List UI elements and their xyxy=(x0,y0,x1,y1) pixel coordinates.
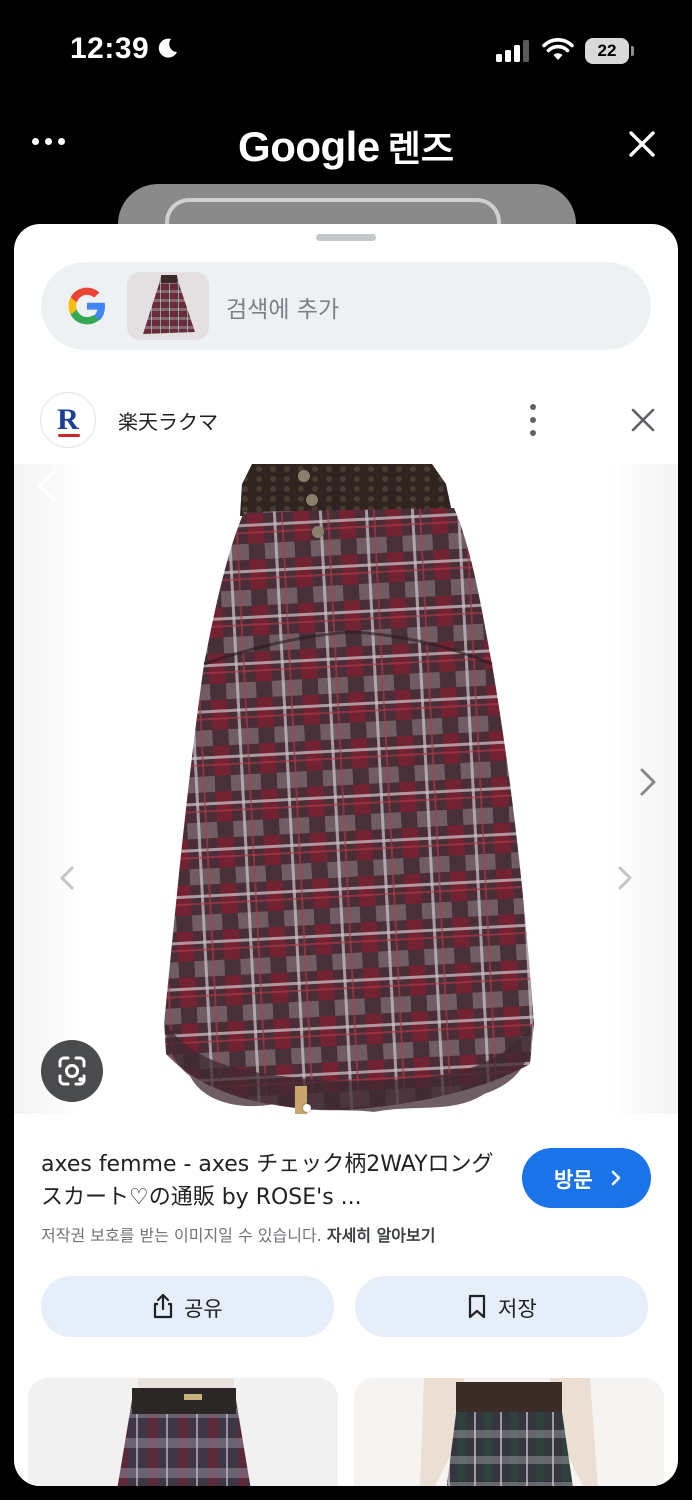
battery-level: 22 xyxy=(585,38,629,64)
related-result-card[interactable] xyxy=(354,1378,664,1486)
lens-header: Google 렌즈 xyxy=(0,110,692,180)
share-button[interactable]: 공유 xyxy=(41,1276,334,1337)
drag-handle[interactable] xyxy=(316,234,376,241)
google-g-icon xyxy=(68,287,105,325)
save-label: 저장 xyxy=(498,1297,537,1321)
chevron-right-icon xyxy=(611,1170,621,1186)
lens-search-button[interactable] xyxy=(41,1040,103,1102)
title-lens: 렌즈 xyxy=(387,129,454,170)
image-page-indicator xyxy=(303,1104,311,1112)
left-fade xyxy=(14,464,84,1114)
related-image xyxy=(28,1378,338,1486)
visit-label: 방문 xyxy=(554,1168,593,1192)
chevron-right-icon[interactable] xyxy=(634,764,662,800)
signal-icon xyxy=(496,40,529,62)
source-row: R 楽天ラクマ xyxy=(40,392,660,448)
status-time: 12:39 xyxy=(70,32,150,65)
source-logo: R xyxy=(40,392,96,448)
learn-more-link[interactable]: 자세히 알아보기 xyxy=(327,1226,436,1245)
battery-indicator: 22 xyxy=(585,38,635,64)
related-image xyxy=(354,1378,664,1486)
visit-button[interactable]: 방문 xyxy=(522,1148,651,1208)
page-title: Google 렌즈 xyxy=(0,120,692,172)
chevron-left-icon[interactable] xyxy=(54,860,82,896)
results-sheet: 검색에 추가 R 楽天ラクマ axes femme - axes チェック柄2W… xyxy=(14,224,678,1486)
save-button[interactable]: 저장 xyxy=(355,1276,648,1337)
skirt-photo xyxy=(14,464,678,1114)
related-result-card[interactable] xyxy=(28,1378,338,1486)
search-placeholder: 검색에 추가 xyxy=(226,297,340,323)
wifi-icon xyxy=(542,38,574,60)
title-google: Google xyxy=(238,123,380,170)
close-icon[interactable] xyxy=(626,128,658,160)
result-title[interactable]: axes femme - axes チェック柄2WAYロングスカート♡の通販 b… xyxy=(41,1148,511,1214)
result-image[interactable] xyxy=(14,464,678,1114)
copyright-text: 저작권 보호를 받는 이미지일 수 있습니다. xyxy=(41,1226,322,1245)
moon-icon xyxy=(158,38,177,58)
source-name[interactable]: 楽天ラクマ xyxy=(118,406,218,435)
share-label: 공유 xyxy=(184,1297,223,1321)
search-thumbnail[interactable] xyxy=(127,272,209,340)
search-bar[interactable]: 검색에 추가 xyxy=(41,262,651,350)
copyright-notice: 저작권 보호를 받는 이미지일 수 있습니다. 자세히 알아보기 xyxy=(41,1222,435,1246)
chevron-left-icon[interactable] xyxy=(34,468,62,504)
screen: 12:39 22 Google 렌즈 검색에 추가 R 楽天ラクマ axes f… xyxy=(0,0,692,1500)
battery-nub xyxy=(631,46,634,56)
status-bar: 12:39 22 xyxy=(0,0,692,100)
close-icon[interactable] xyxy=(630,407,656,433)
kebab-icon[interactable] xyxy=(527,402,539,438)
chevron-right-icon[interactable] xyxy=(610,860,638,896)
lens-icon xyxy=(58,1056,86,1086)
bookmark-icon xyxy=(468,1294,486,1319)
share-icon xyxy=(153,1293,173,1319)
